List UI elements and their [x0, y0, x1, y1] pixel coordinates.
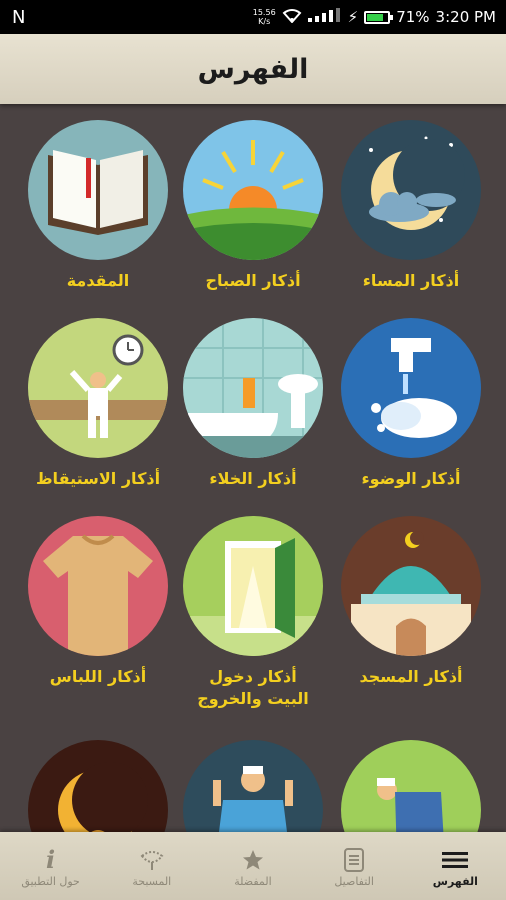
tile-ablution-adhkar[interactable]: أذكار الوضوء [331, 318, 491, 490]
tile-label: أذكار اللباس [49, 667, 147, 686]
signal-icon [307, 8, 342, 26]
battery-icon [364, 10, 394, 24]
tile-label: أذكار المسجد [359, 667, 463, 686]
tile-clothing-adhkar[interactable]: أذكار اللباس [18, 516, 178, 688]
tile-home-entry-adhkar[interactable]: أذكار دخول البيت والخروج [173, 516, 333, 710]
clock: 3:20 PM [435, 8, 496, 26]
star-icon [202, 845, 303, 875]
open-book-icon [28, 120, 168, 260]
status-bar: N 15.56 K/s ⚡ 71% 3:20 PM [0, 0, 506, 34]
tile-label: أذكار دخول البيت والخروج [197, 667, 309, 708]
net-speed: 15.56 K/s [252, 8, 276, 26]
tile-label: أذكار المساء [362, 271, 460, 290]
nav-favorites[interactable]: المفضلة [202, 845, 303, 888]
praying-man-icon [341, 740, 481, 832]
carrier-icon: N [12, 6, 26, 28]
page-title: الفهرس [197, 53, 309, 85]
tile-morning-adhkar[interactable]: أذكار الصباح [173, 120, 333, 292]
info-icon: i [46, 845, 56, 874]
nav-label: المفضلة [234, 874, 272, 888]
mosque-icon [341, 516, 481, 656]
tile-supplication[interactable] [173, 740, 333, 832]
nav-label: المسبحة [132, 874, 172, 888]
tile-label: أذكار الخلاء [209, 469, 297, 488]
bottom-navigation: الفهرس التفاصيل المفضلة المسبحة i حول ال… [0, 832, 506, 900]
nav-about[interactable]: i حول التطبيق [0, 845, 101, 888]
moon-night-icon [341, 120, 481, 260]
nav-tasbih[interactable]: المسبحة [101, 845, 202, 888]
bathroom-icon [183, 318, 323, 458]
supplicating-man-icon [183, 740, 323, 832]
tile-waking-adhkar[interactable]: أذكار الاستيقاظ [18, 318, 178, 490]
shirt-icon [28, 516, 168, 656]
battery-percent: 71% [396, 8, 430, 26]
sunrise-icon [183, 120, 323, 260]
tile-introduction[interactable]: المقدمة [18, 120, 178, 292]
nav-details[interactable]: التفاصيل [304, 845, 405, 888]
tile-label: أذكار الاستيقاظ [35, 469, 161, 488]
tile-label: المقدمة [66, 271, 130, 290]
tile-mosque-adhkar[interactable]: أذكار المسجد [331, 516, 491, 688]
nav-label: الفهرس [432, 874, 478, 888]
tile-ramadan[interactable] [18, 740, 178, 832]
waking-up-icon [28, 318, 168, 458]
menu-icon [405, 845, 506, 875]
tile-label: أذكار الصباح [205, 271, 301, 290]
tile-prayer[interactable] [331, 740, 491, 832]
tile-label: أذكار الوضوء [361, 469, 461, 488]
wifi-icon [282, 7, 302, 27]
crescent-city-icon [28, 740, 168, 832]
faucet-hands-icon [341, 318, 481, 458]
nav-label: التفاصيل [334, 874, 374, 888]
nav-label: حول التطبيق [21, 874, 80, 888]
charging-icon: ⚡ [347, 8, 359, 26]
tasbih-icon [101, 845, 202, 875]
index-grid: أذكار المساء أذكار الصباح المقدمة أذكار … [0, 104, 506, 832]
title-bar: الفهرس [0, 34, 506, 104]
door-icon [183, 516, 323, 656]
details-icon [304, 845, 405, 875]
nav-index[interactable]: الفهرس [405, 845, 506, 888]
tile-restroom-adhkar[interactable]: أذكار الخلاء [173, 318, 333, 490]
tile-evening-adhkar[interactable]: أذكار المساء [331, 120, 491, 292]
